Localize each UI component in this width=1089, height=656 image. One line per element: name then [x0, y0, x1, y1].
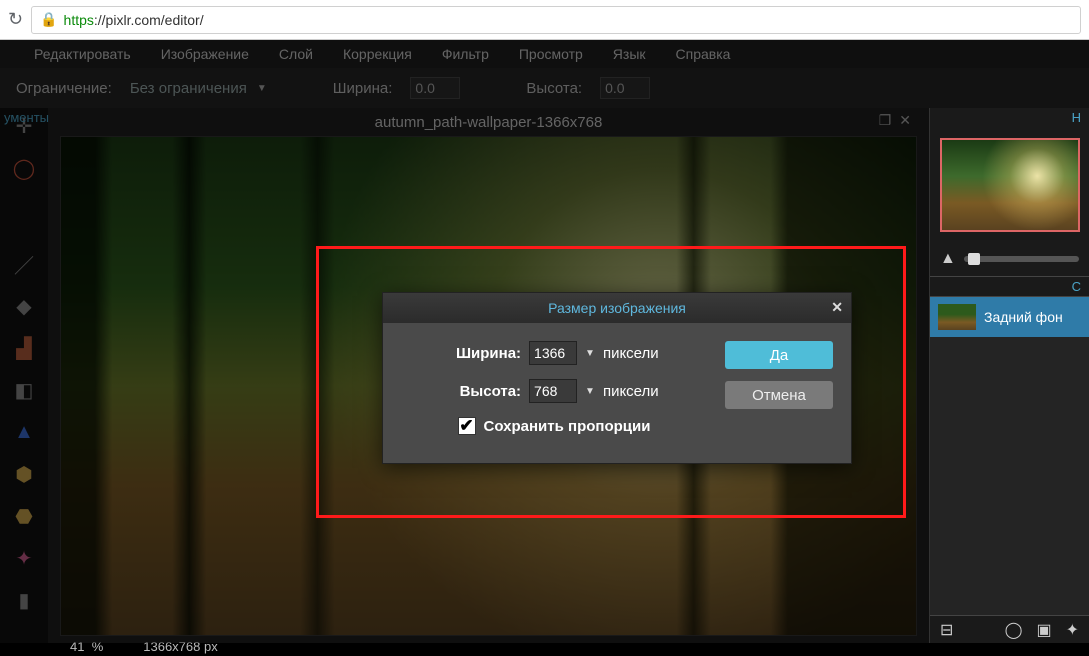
stamp-tool-icon[interactable]: ▟ [6, 334, 42, 362]
window-restore-icon[interactable]: ❐ [879, 112, 892, 129]
menu-image[interactable]: Изображение [161, 46, 249, 62]
dialog-title-bar[interactable]: Размер изображения ✕ [383, 293, 851, 323]
dimensions-value: 1366x768 px [143, 639, 217, 654]
document-title-bar: autumn_path-wallpaper-1366x768 ❐ ✕ [60, 108, 917, 136]
layer-name: Задний фон [984, 309, 1063, 325]
constraint-select[interactable]: Без ограничения ▼ [130, 80, 267, 97]
browser-bar: ↻ 🔒 https://pixlr.com/editor/ [0, 0, 1089, 40]
mask-icon[interactable]: ◯ [1005, 620, 1023, 640]
cancel-button[interactable]: Отмена [725, 381, 833, 409]
ok-button[interactable]: Да [725, 341, 833, 369]
dialog-width-label: Ширина: [431, 345, 521, 362]
constraint-value: Без ограничения [130, 80, 247, 97]
shape-tool-icon[interactable]: ◧ [6, 376, 42, 404]
caret-icon: ▼ [257, 83, 267, 94]
menu-view[interactable]: Просмотр [519, 46, 583, 62]
dialog-width-input[interactable] [529, 341, 577, 365]
zoom-slider[interactable] [964, 256, 1079, 262]
app: Редактировать Изображение Слой Коррекция… [0, 40, 1089, 643]
dialog-width-unit: пиксели [603, 345, 677, 362]
dialog-height-unit: пиксели [603, 383, 677, 400]
keep-proportions-label: Сохранить пропорции [484, 418, 651, 435]
fx-icon[interactable]: ✦ [1066, 620, 1079, 640]
height-label: Высота: [526, 80, 582, 97]
dialog-height-input[interactable] [529, 379, 577, 403]
navigator-head: Н [930, 108, 1089, 128]
heal-tool-icon[interactable]: ✦ [6, 544, 42, 572]
sharpen-tool-icon[interactable]: ▲ [6, 418, 42, 446]
toggle-view-icon[interactable]: ⊟ [940, 620, 953, 640]
menu-layer[interactable]: Слой [279, 46, 313, 62]
menu-filter[interactable]: Фильтр [442, 46, 489, 62]
layer-row[interactable]: Задний фон [930, 297, 1089, 337]
image-size-dialog: Размер изображения ✕ Ширина: ▼ пиксели В… [382, 292, 852, 464]
document-title: autumn_path-wallpaper-1366x768 [375, 114, 603, 131]
zoom-unit: % [92, 639, 104, 654]
height-input[interactable] [600, 77, 650, 99]
url-bar[interactable]: 🔒 https://pixlr.com/editor/ [31, 6, 1081, 34]
menubar: Редактировать Изображение Слой Коррекция… [0, 40, 1089, 68]
tools-panel-label: ументы [0, 108, 53, 127]
bucket-tool-icon[interactable]: ◆ [6, 292, 42, 320]
layers-panel: Задний фон [930, 296, 1089, 615]
smudge-tool-icon[interactable]: ⬣ [6, 502, 42, 530]
caret-icon[interactable]: ▼ [585, 386, 595, 397]
toolbar: ✛ ◯ ／ ◆ ▟ ◧ ▲ ⬢ ⬣ ✦ ▮ [0, 108, 48, 643]
sponge-tool-icon[interactable]: ⬢ [6, 460, 42, 488]
lock-icon: 🔒 [40, 11, 57, 28]
layer-thumb [938, 304, 976, 330]
layers-head: С [930, 276, 1089, 296]
keep-proportions-checkbox[interactable]: ✔ [458, 417, 476, 435]
eyedropper-tool-icon[interactable]: ▮ [6, 586, 42, 614]
pencil-tool-icon[interactable]: ／ [6, 250, 42, 278]
navigator-controls: ▲ [930, 242, 1089, 276]
status-bar: 41 % 1366x768 px [60, 636, 917, 656]
right-panels: Н ▲ С Задний фон ⊟ ◯ ▣ ✦ [929, 108, 1089, 643]
reload-icon[interactable]: ↻ [8, 9, 23, 30]
menu-help[interactable]: Справка [676, 46, 731, 62]
caret-icon[interactable]: ▼ [585, 348, 595, 359]
layers-footer: ⊟ ◯ ▣ ✦ [930, 615, 1089, 643]
options-bar: Ограничение: Без ограничения ▼ Ширина: В… [0, 68, 1089, 108]
url-text: https://pixlr.com/editor/ [64, 12, 204, 28]
spacer [6, 196, 42, 236]
width-label: Ширина: [333, 80, 393, 97]
zoom-value: 41 [70, 639, 84, 654]
menu-language[interactable]: Язык [613, 46, 646, 62]
dialog-title: Размер изображения [548, 300, 686, 316]
menu-edit[interactable]: Редактировать [34, 46, 131, 62]
zoom-out-icon[interactable]: ▲ [940, 250, 956, 268]
constraint-label: Ограничение: [16, 80, 112, 97]
navigator-thumb[interactable] [940, 138, 1080, 232]
lasso-tool-icon[interactable]: ◯ [6, 154, 42, 182]
dialog-height-label: Высота: [431, 383, 521, 400]
navigator-panel [930, 128, 1089, 242]
window-close-icon[interactable]: ✕ [899, 112, 911, 129]
new-layer-icon[interactable]: ▣ [1036, 620, 1051, 640]
menu-correction[interactable]: Коррекция [343, 46, 412, 62]
dialog-close-icon[interactable]: ✕ [831, 299, 843, 316]
width-input[interactable] [410, 77, 460, 99]
